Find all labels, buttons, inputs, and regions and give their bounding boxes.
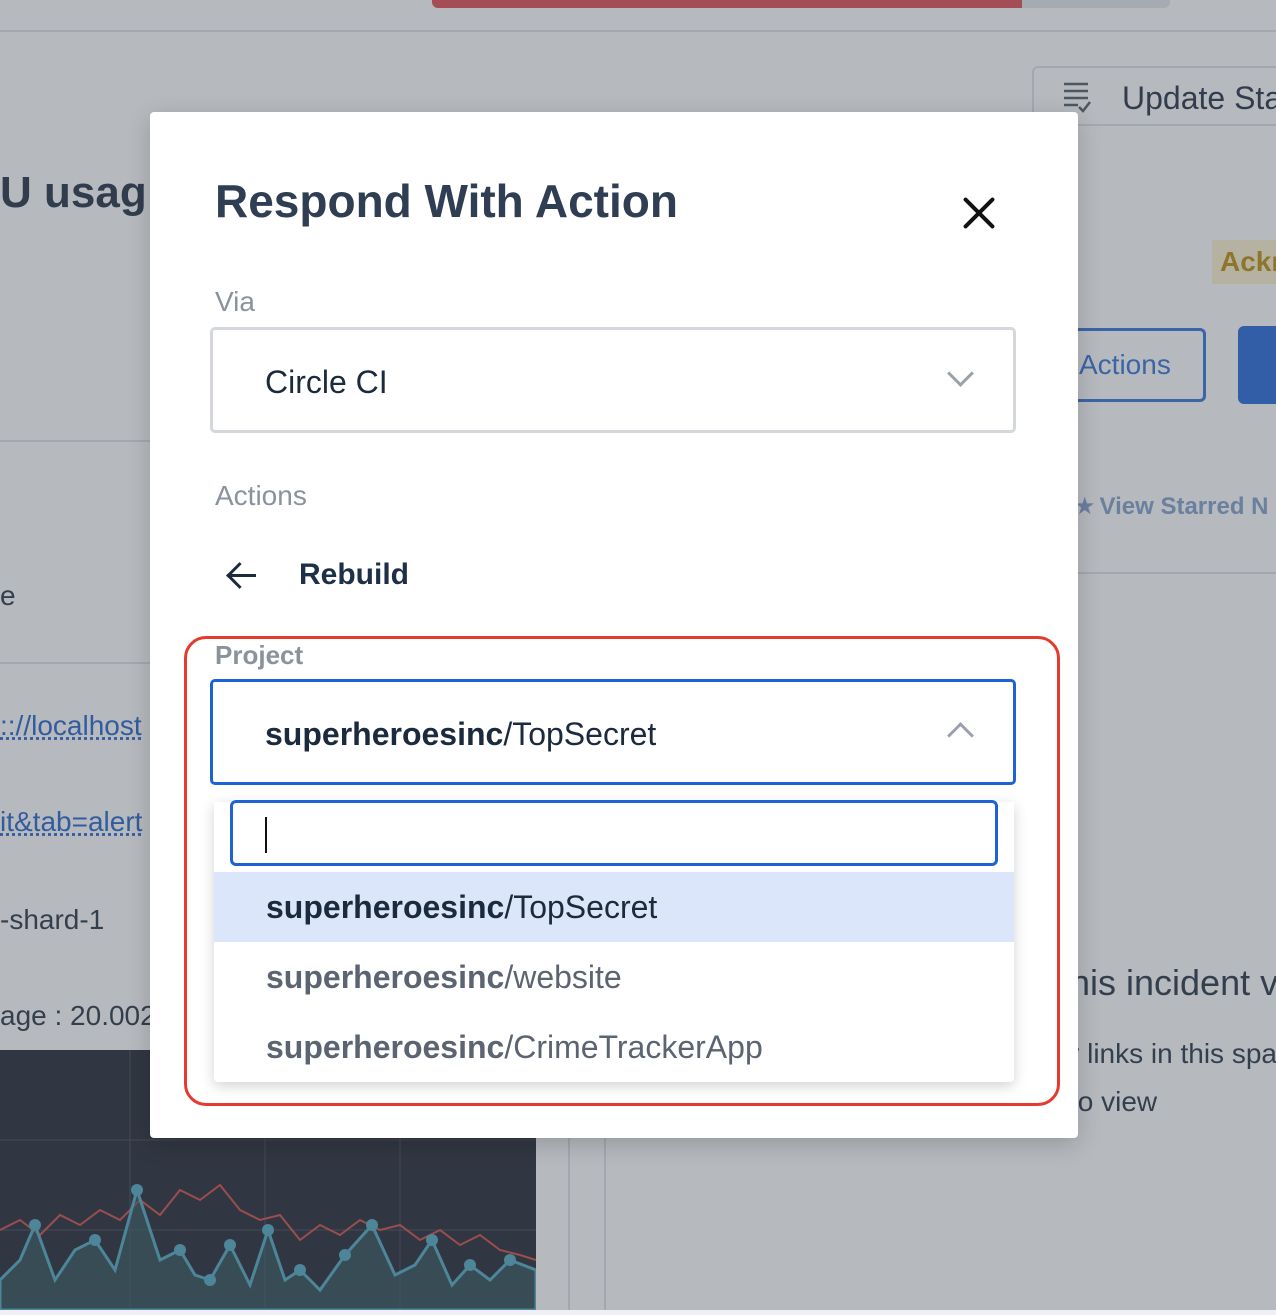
modal-title: Respond With Action [215, 175, 678, 227]
via-select[interactable]: Circle CI [210, 327, 1016, 433]
selected-action-name: Rebuild [299, 558, 409, 591]
chevron-down-icon [947, 360, 974, 387]
via-label: Via [215, 286, 255, 317]
highlight-annotation [184, 636, 1060, 1106]
via-select-value: Circle CI [265, 364, 388, 400]
actions-label: Actions [215, 480, 307, 511]
close-icon[interactable] [956, 190, 1002, 236]
back-arrow-icon[interactable] [226, 560, 258, 592]
